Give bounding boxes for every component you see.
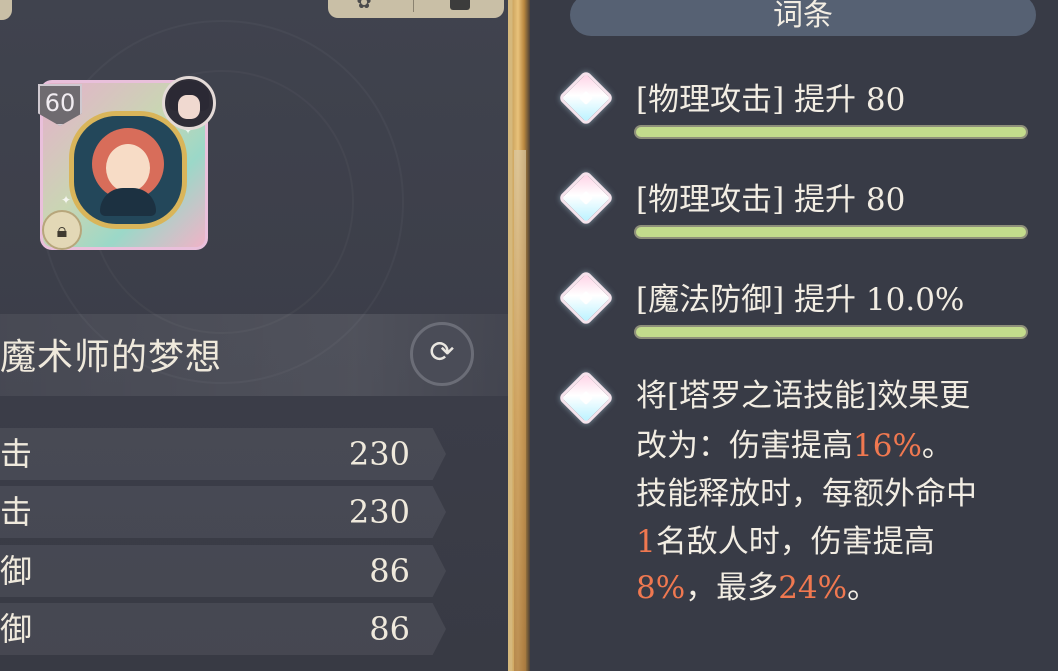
avatar[interactable] [162, 76, 216, 130]
sparkle-icon: ✦ [61, 193, 72, 207]
effect-highlight-value: 8% [636, 570, 686, 606]
attribute-text: [魔法防御] 提升 10.0% [636, 282, 965, 318]
effect-text: 技能释放时，每额外命中 [636, 476, 977, 512]
stat-value: 86 [369, 610, 410, 648]
toolbar-button-icon[interactable] [450, 0, 470, 10]
attribute-bar [634, 325, 1028, 339]
effect-line: 技能释放时，每额外命中 [636, 468, 977, 513]
effect-text: 。 [847, 570, 879, 606]
effect-highlight-value: 16% [853, 428, 922, 464]
gem-core [578, 290, 594, 306]
attribute-bar [634, 225, 1028, 239]
effect-text: 名敌人时，伤害提高 [655, 524, 935, 560]
effect-text: 将[塔罗之语技能]效果更 [636, 378, 971, 414]
effect-line: 1名敌人时，伤害提高 [636, 516, 935, 561]
stat-value: 230 [348, 435, 410, 473]
swap-icon[interactable]: ⟳ [410, 322, 474, 386]
divider-ornament [514, 150, 526, 671]
gem-core [578, 390, 594, 406]
affix-title: 词条 [773, 0, 833, 33]
flower-icon[interactable]: ✿ [350, 0, 378, 14]
stat-value: 86 [369, 552, 410, 590]
effect-highlight-value: 24% [778, 570, 848, 606]
avatar-face [178, 95, 200, 119]
stat-label: 击 [0, 435, 33, 473]
gem-core [578, 190, 594, 206]
stat-value: 230 [348, 493, 410, 531]
stat-label: 御 [0, 610, 33, 648]
card-emblem [69, 111, 187, 229]
effect-line: 8%，最多24%。 [636, 562, 878, 607]
attribute-text: [物理攻击] 提升 80 [636, 82, 906, 118]
effect-line: 将[塔罗之语技能]效果更 [636, 370, 970, 415]
attribute-bar [634, 125, 1028, 139]
portrait-face [106, 144, 150, 192]
item-name: 魔术师的梦想 [0, 337, 223, 378]
toolbar-divider [413, 0, 414, 12]
effect-text: ，最多 [685, 570, 779, 606]
attribute-text: [物理攻击] 提升 80 [636, 182, 906, 218]
effect-highlight-value: 1 [636, 524, 656, 560]
effect-text: 。 [921, 428, 953, 464]
effect-line: 改为：伤害提高16%。 [636, 420, 953, 465]
lock-icon[interactable]: 🔒︎ [42, 210, 82, 250]
effect-text: 改为：伤害提高 [636, 428, 853, 464]
gem-core [578, 90, 594, 106]
stat-label: 御 [0, 552, 33, 590]
stat-label: 击 [0, 493, 33, 531]
